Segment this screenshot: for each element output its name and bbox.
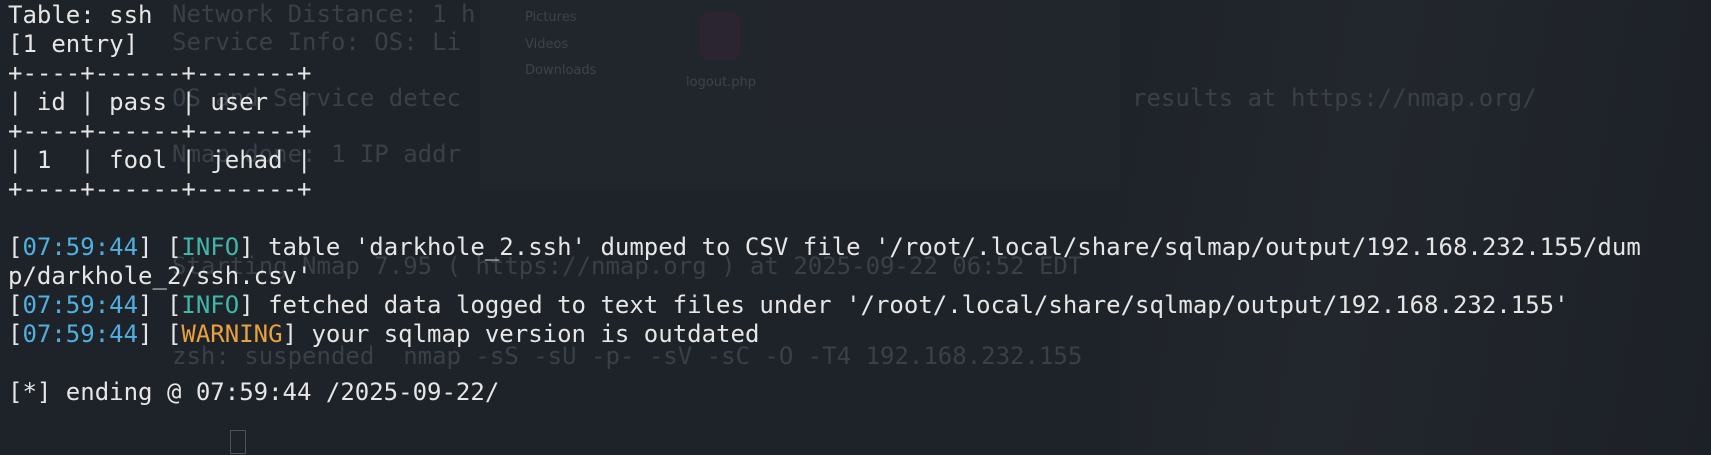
log-level: WARNING: [181, 320, 283, 348]
log-level: INFO: [181, 291, 240, 319]
ghost-line: Network Distance: 1 h: [172, 0, 476, 28]
table-entry-count: [1 entry]: [8, 30, 139, 58]
ghost-line: Service Info: OS: Li: [172, 28, 461, 56]
file-icon: [700, 12, 740, 60]
log-timestamp: 07:59:44: [22, 320, 139, 348]
log-line-info: [07:59:44] [INFO] fetched data logged to…: [8, 291, 1569, 319]
log-timestamp: 07:59:44: [22, 233, 139, 261]
log-message: fetched data logged to text files under …: [253, 291, 1569, 319]
table-title: Table: ssh: [8, 1, 153, 29]
ghost-line: results at https://nmap.org/: [1132, 84, 1537, 112]
log-continuation: p/darkhole_2/ssh.csv': [8, 262, 312, 290]
table-border: +----+------+-------+: [8, 117, 312, 145]
table-border: +----+------+-------+: [8, 59, 312, 87]
terminal-window[interactable]: Network Distance: 1 h Service Info: OS: …: [0, 0, 1711, 455]
ghost-sidebar-item: Downloads: [525, 63, 597, 78]
background-file-manager: [480, 0, 1120, 190]
log-line-info: [07:59:44] [INFO] table 'darkhole_2.ssh'…: [8, 233, 1641, 261]
table-header-row: | id | pass | user |: [8, 88, 312, 116]
log-line-warning: [07:59:44] [WARNING] your sqlmap version…: [8, 320, 760, 348]
log-timestamp: 07:59:44: [22, 291, 139, 319]
ghost-sidebar-item: Pictures: [525, 10, 577, 25]
log-message: your sqlmap version is outdated: [297, 320, 760, 348]
table-row: | 1 | fool | jehad |: [8, 146, 312, 174]
table-border: +----+------+-------+: [8, 175, 312, 203]
terminal-cursor: [230, 430, 246, 454]
log-level: INFO: [181, 233, 240, 261]
ghost-file-name: logout.php: [686, 75, 756, 90]
log-message: table 'darkhole_2.ssh' dumped to CSV fil…: [253, 233, 1641, 261]
ghost-sidebar-item: Videos: [525, 37, 569, 52]
ending-line: [*] ending @ 07:59:44 /2025-09-22/: [8, 378, 500, 406]
